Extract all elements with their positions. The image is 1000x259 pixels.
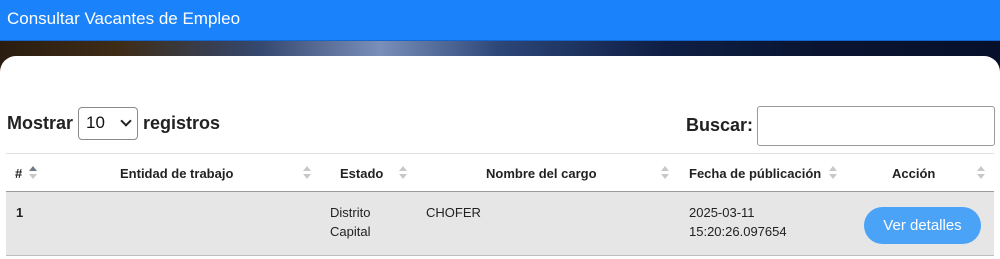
- length-suffix-label: registros: [143, 112, 221, 133]
- search-control: Buscar:: [686, 105, 995, 146]
- page-length-value: 10: [86, 113, 105, 132]
- cell-estado: Distrito Capital: [330, 203, 370, 241]
- sort-arrows-icon[interactable]: [29, 166, 37, 180]
- page-length-select[interactable]: 10: [78, 106, 139, 140]
- table-row: 1 Distrito Capital CHOFER 2025-03-11 15:…: [6, 192, 994, 256]
- page-title: Consultar Vacantes de Empleo: [7, 9, 241, 28]
- cell-fecha-line2: 15:20:26.097654: [689, 224, 787, 239]
- cell-estado-line2: Capital: [330, 224, 371, 239]
- sort-arrows-icon[interactable]: [303, 166, 311, 180]
- col-header-label: #: [15, 165, 23, 181]
- sort-arrows-icon[interactable]: [661, 166, 669, 180]
- col-header-estado[interactable]: Estado: [340, 154, 383, 192]
- col-header-label: Nombre del cargo: [486, 165, 597, 181]
- col-header-label: Acción: [892, 165, 936, 181]
- sort-arrows-icon[interactable]: [977, 166, 985, 180]
- chevron-down-icon: [120, 115, 132, 127]
- sort-arrows-icon[interactable]: [829, 166, 837, 180]
- col-header-cargo[interactable]: Nombre del cargo: [486, 154, 597, 192]
- ver-detalles-button[interactable]: Ver detalles: [864, 207, 981, 244]
- cell-estado-line1: Distrito: [330, 205, 371, 220]
- cell-fecha-line1: 2025-03-11: [689, 205, 755, 220]
- cell-number: 1: [16, 205, 24, 220]
- cell-fecha: 2025-03-11 15:20:26.097654: [689, 203, 787, 241]
- table-header: # Entidad de trabajo Estado Nombre del c…: [6, 153, 994, 192]
- top-bar: Consultar Vacantes de Empleo: [0, 0, 1000, 41]
- col-header-label: Entidad de trabajo: [120, 165, 234, 181]
- col-header-fecha[interactable]: Fecha de públicación: [689, 154, 821, 192]
- sort-arrows-icon[interactable]: [399, 166, 407, 180]
- search-label: Buscar:: [685, 115, 753, 135]
- length-prefix-label: Mostrar: [7, 112, 74, 133]
- col-header-label: Estado: [340, 165, 384, 181]
- col-header-entidad[interactable]: Entidad de trabajo: [120, 154, 233, 192]
- cell-cargo: CHOFER: [426, 205, 481, 220]
- length-control: Mostrar 10 registros: [7, 106, 220, 140]
- col-header-accion[interactable]: Acción: [892, 154, 935, 192]
- search-input[interactable]: [757, 105, 995, 146]
- col-header-number[interactable]: #: [15, 154, 22, 192]
- col-header-label: Fecha de públicación: [689, 165, 822, 181]
